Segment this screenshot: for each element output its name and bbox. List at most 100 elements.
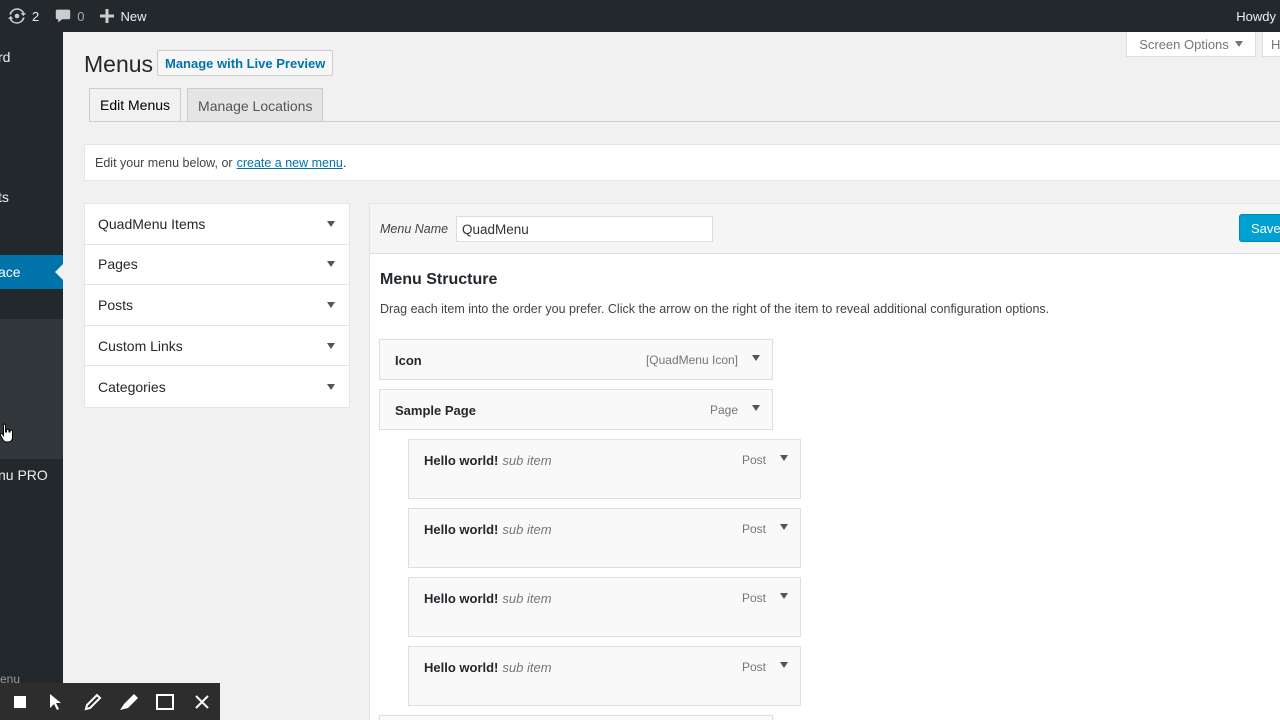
menu-sub-item[interactable]: Hello world! sub item Post	[408, 577, 801, 637]
caret-down-icon	[327, 383, 335, 390]
item-edit-arrow-icon[interactable]	[780, 524, 788, 530]
close-icon	[195, 694, 209, 709]
menu-structure-description: Drag each item into the order you prefer…	[380, 302, 1050, 316]
menu-item-type: Post	[741, 522, 766, 536]
screen-options-label: Screen Options	[1139, 36, 1229, 52]
sidebar-item-appearance[interactable]: ace	[0, 255, 63, 289]
menu-item-title-text: Hello world!	[424, 660, 499, 675]
item-edit-arrow-icon[interactable]	[752, 355, 760, 361]
menu-item[interactable]: Icon [QuadMenu Icon]	[379, 339, 773, 380]
hand-cursor-icon	[0, 423, 13, 443]
menu-item-title: Hello world! sub item	[424, 453, 552, 468]
menu-item-title-text: Hello world!	[424, 453, 499, 468]
accordion-categories[interactable]: Categories	[85, 366, 349, 407]
pointer-icon	[50, 693, 62, 710]
accordion-pages[interactable]: Pages	[85, 245, 349, 286]
notice-suffix: .	[342, 155, 347, 170]
accordion-posts[interactable]: Posts	[85, 285, 349, 326]
menu-item-title: Hello world! sub item	[424, 660, 552, 675]
menu-name-input[interactable]	[456, 216, 713, 242]
accordion-label: Pages	[98, 256, 138, 273]
item-edit-arrow-icon[interactable]	[780, 593, 788, 599]
close-toolbar-button[interactable]	[184, 683, 220, 720]
sidebar-item-quadmenu-pro[interactable]: nu PRO	[0, 458, 63, 492]
sidebar-item-label: ts	[0, 189, 9, 205]
sidebar-item-posts[interactable]: ts	[0, 180, 63, 214]
menu-item-title: Hello world! sub item	[424, 591, 552, 606]
pointer-tool-button[interactable]	[38, 683, 74, 720]
accordion-custom-links[interactable]: Custom Links	[85, 326, 349, 367]
updates-count: 2	[32, 8, 40, 24]
main-content: Menus Manage with Live Preview Screen Op…	[63, 32, 1280, 720]
page-title: Menus	[84, 51, 154, 77]
menu-name-label: Menu Name	[380, 222, 449, 236]
plus-icon	[100, 9, 115, 23]
menu-item[interactable]	[379, 715, 773, 720]
menu-sub-item[interactable]: Hello world! sub item Post	[408, 439, 801, 499]
menu-sub-item[interactable]: Hello world! sub item Post	[408, 646, 801, 706]
menu-item-sub-label: sub item	[502, 591, 552, 606]
menu-management-panel: Menu Name Save Menu Structure Drag each …	[369, 203, 1280, 720]
menu-item[interactable]: Sample Page Page	[379, 389, 773, 430]
pen-icon	[84, 693, 102, 710]
menu-item-title: Sample Page	[395, 403, 476, 418]
highlighter-tool-button[interactable]	[111, 683, 147, 720]
caret-down-icon	[327, 220, 335, 227]
new-label: New	[120, 8, 147, 24]
caret-down-icon	[327, 261, 335, 268]
rectangle-tool-button[interactable]	[147, 683, 183, 720]
save-menu-button[interactable]: Save	[1239, 214, 1280, 242]
menu-item-title: Hello world! sub item	[424, 522, 552, 537]
accordion-label: Custom Links	[98, 337, 183, 354]
pen-tool-button[interactable]	[75, 683, 111, 720]
accordion-quadmenu-items[interactable]: QuadMenu Items	[85, 204, 349, 245]
account-menu[interactable]: Howdy	[1228, 0, 1280, 32]
menu-item-title: Icon	[395, 353, 422, 368]
stop-recording-button[interactable]	[2, 683, 38, 720]
tab-manage-locations[interactable]: Manage Locations	[187, 88, 324, 122]
admin-bar: 2 0 New Howdy	[0, 0, 1280, 32]
active-indicator	[55, 264, 63, 280]
sidebar-item-dashboard[interactable]: rd	[0, 40, 63, 74]
new-content-link[interactable]: New	[92, 0, 154, 32]
menu-item-sub-label: sub item	[502, 660, 552, 675]
item-edit-arrow-icon[interactable]	[752, 405, 760, 411]
rectangle-icon	[156, 693, 175, 710]
sidebar-item-label: ace	[0, 264, 21, 280]
nav-tabs: Edit Menus Manage Locations	[89, 88, 324, 122]
item-edit-arrow-icon[interactable]	[780, 662, 788, 668]
menu-item-title-text: Hello world!	[424, 591, 499, 606]
help-tab-label: H	[1271, 36, 1280, 52]
help-tab-button[interactable]: H	[1262, 32, 1280, 57]
tab-edit-menus[interactable]: Edit Menus	[89, 88, 182, 122]
stop-icon	[14, 695, 27, 708]
comment-icon	[56, 9, 71, 23]
howdy-label: Howdy	[1236, 8, 1276, 24]
menu-item-type: Post	[741, 453, 766, 467]
comments-count: 0	[77, 8, 85, 24]
menu-item-type: [QuadMenu Icon]	[645, 353, 738, 367]
accordion-label: QuadMenu Items	[98, 215, 206, 232]
admin-sidebar: rd ts ace nu PRO menu	[0, 32, 63, 720]
screen-options-button[interactable]: Screen Options	[1126, 32, 1256, 57]
menu-header: Menu Name Save	[370, 204, 1280, 254]
accordion-label: Posts	[98, 296, 134, 313]
updates-link[interactable]: 2	[0, 0, 47, 32]
menu-item-type: Post	[741, 660, 766, 674]
menu-item-type: Page	[709, 403, 738, 417]
menu-item-type: Post	[741, 591, 766, 605]
sidebar-item-label: nu PRO	[0, 467, 48, 483]
notice-text: Edit your menu below, or	[95, 155, 233, 170]
caret-down-icon	[1234, 41, 1243, 47]
create-new-menu-link[interactable]: create a new menu	[237, 156, 343, 170]
highlighter-icon	[120, 693, 139, 710]
live-preview-button[interactable]: Manage with Live Preview	[157, 50, 334, 76]
item-edit-arrow-icon[interactable]	[780, 455, 788, 461]
menu-sub-item[interactable]: Hello world! sub item Post	[408, 508, 801, 568]
caret-down-icon	[327, 301, 335, 308]
comments-link[interactable]: 0	[47, 0, 92, 32]
menu-item-sub-label: sub item	[502, 453, 552, 468]
menu-item-sub-label: sub item	[502, 522, 552, 537]
add-menu-items-accordion: QuadMenu Items Pages Posts Custom Links …	[84, 203, 350, 408]
accordion-label: Categories	[98, 378, 166, 395]
